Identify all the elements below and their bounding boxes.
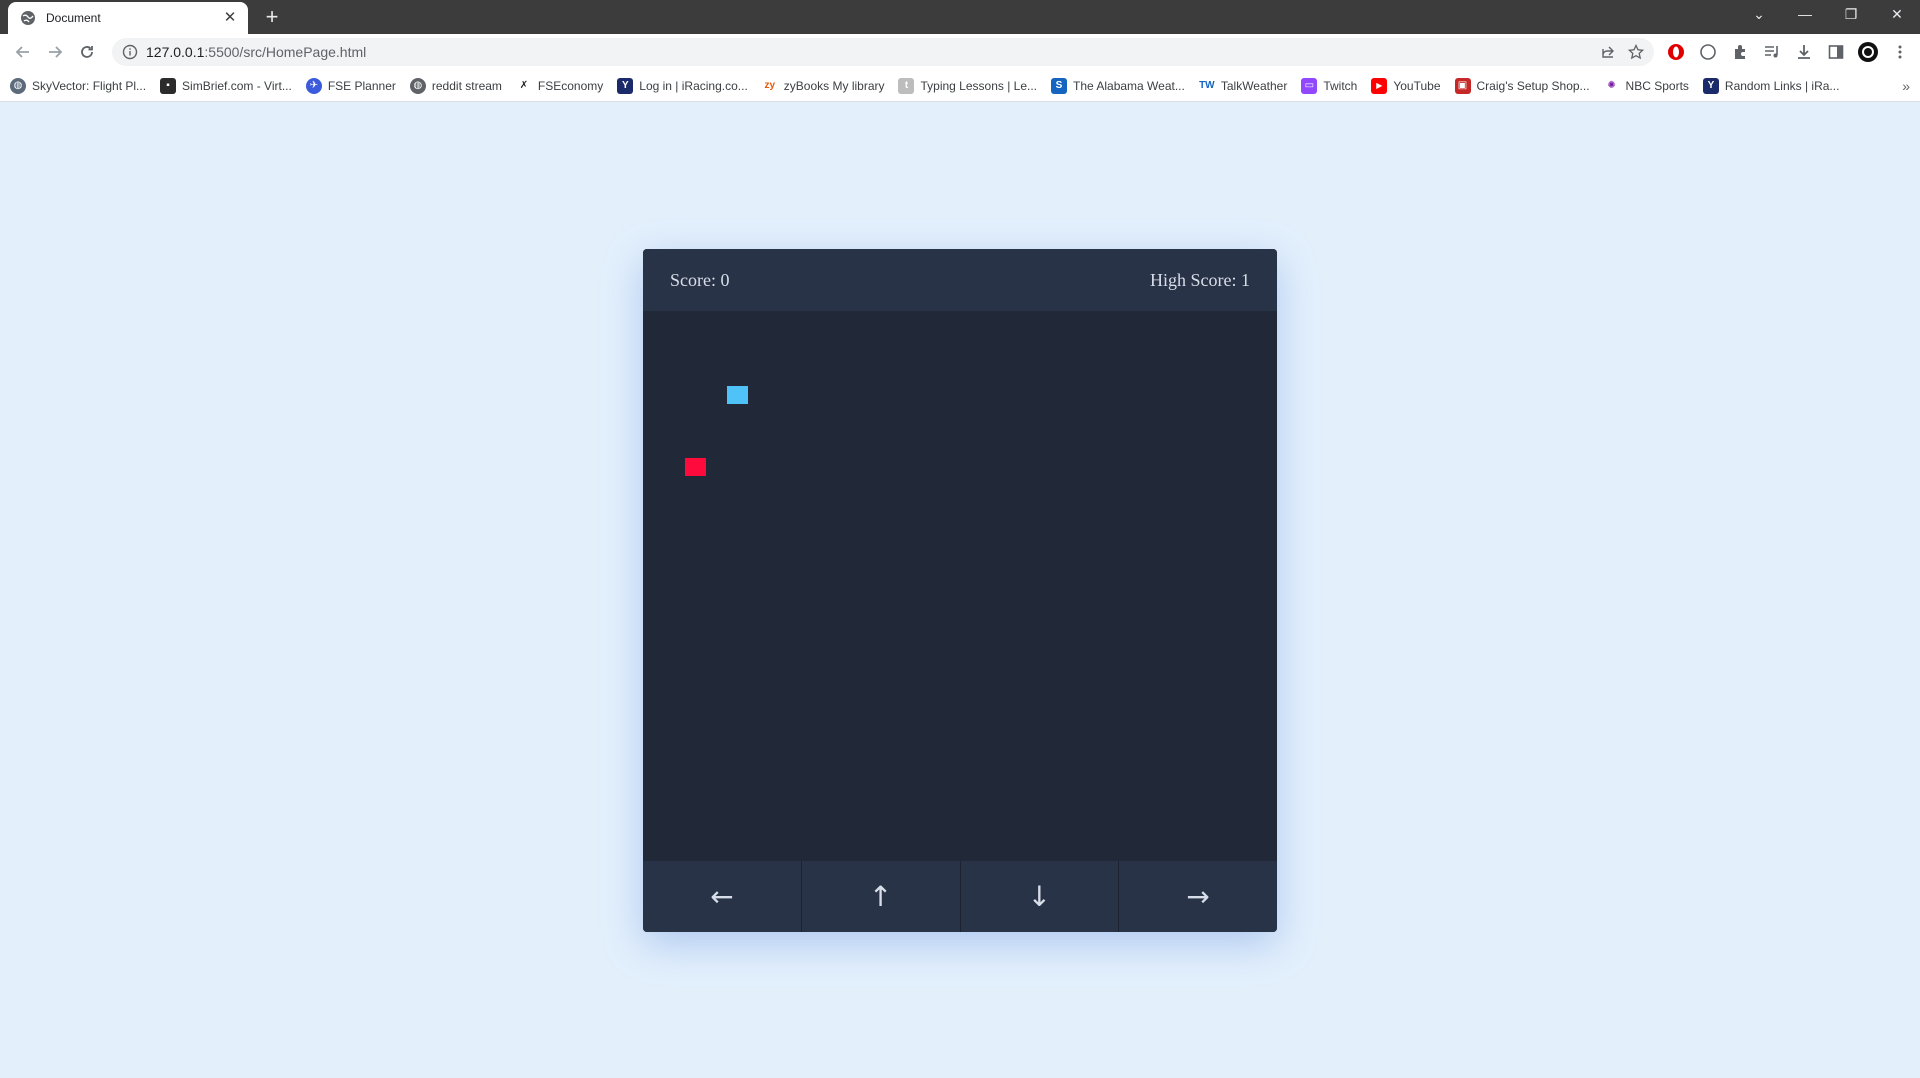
- chrome-menu-icon[interactable]: [1888, 40, 1912, 64]
- twitch-icon: ▭: [1301, 77, 1318, 94]
- bookmark-item[interactable]: ✺ NBC Sports: [1603, 77, 1689, 94]
- typing-icon: t: [898, 77, 915, 94]
- bookmarks-bar: ◍ SkyVector: Flight Pl... ▪ SimBrief.com -…: [0, 70, 1920, 102]
- game-board[interactable]: [643, 311, 1277, 861]
- media-queue-icon[interactable]: [1760, 40, 1784, 64]
- globe-icon: ◍: [10, 77, 26, 94]
- close-window-icon[interactable]: ✕: [1874, 0, 1920, 28]
- bookmark-label: SkyVector: Flight Pl...: [32, 78, 147, 93]
- bookmark-label: Random Links | iRa...: [1724, 78, 1840, 93]
- address-bar[interactable]: 127.0.0.1:5500/src/HomePage.html: [112, 38, 1654, 66]
- bookmark-item[interactable]: ▪ SimBrief.com - Virt...: [160, 77, 292, 94]
- youtube-icon: ▶: [1371, 77, 1388, 94]
- window-controls: ⌄ — ❐ ✕: [1736, 0, 1920, 34]
- site-info-icon[interactable]: [122, 44, 138, 60]
- opera-icon[interactable]: [1664, 40, 1688, 64]
- bookmark-item[interactable]: zy zyBooks My library: [761, 77, 885, 94]
- reload-button[interactable]: [72, 37, 102, 67]
- bookmark-item[interactable]: ✗ FSEconomy: [515, 77, 604, 94]
- download-icon[interactable]: [1792, 40, 1816, 64]
- close-tab-icon[interactable]: ✕: [222, 10, 238, 26]
- extensions-puzzle-icon[interactable]: [1728, 40, 1752, 64]
- browser-toolbar: 127.0.0.1:5500/src/HomePage.html: [0, 34, 1920, 70]
- iracing-icon: Y: [617, 77, 634, 94]
- bookmark-item[interactable]: Y Random Links | iRa...: [1702, 77, 1840, 94]
- iracing-icon: Y: [1702, 77, 1719, 94]
- url-host: 127.0.0.1: [146, 44, 205, 60]
- new-tab-button[interactable]: +: [260, 6, 284, 30]
- bookmark-label: Craig's Setup Shop...: [1476, 78, 1590, 93]
- score-bar: Score: 0 High Score: 1: [643, 249, 1277, 311]
- bookmark-label: FSEconomy: [537, 78, 604, 93]
- bookmark-label: reddit stream: [431, 78, 502, 93]
- alabama-weather-icon: S: [1051, 77, 1068, 94]
- bookmark-item[interactable]: Y Log in | iRacing.co...: [617, 77, 748, 94]
- plane-icon: ✈: [305, 77, 322, 94]
- right-arrow-button[interactable]: →: [1119, 861, 1277, 932]
- tab-title: Document: [46, 11, 101, 25]
- bookmark-label: Log in | iRacing.co...: [639, 78, 748, 93]
- profile-avatar-icon[interactable]: [1856, 40, 1880, 64]
- bookmark-label: FSE Planner: [327, 78, 396, 93]
- side-panel-icon[interactable]: [1824, 40, 1848, 64]
- bookmark-item[interactable]: ✈ FSE Planner: [305, 77, 396, 94]
- talkweather-icon: TW: [1198, 77, 1215, 94]
- extension-icons: [1664, 40, 1912, 64]
- minimize-icon[interactable]: —: [1782, 0, 1828, 28]
- left-arrow-button[interactable]: ←: [643, 861, 802, 932]
- bookmark-item[interactable]: t Typing Lessons | Le...: [898, 77, 1038, 94]
- simbrief-icon: ▪: [160, 77, 177, 94]
- bookmark-label: TalkWeather: [1220, 78, 1288, 93]
- zybooks-icon: zy: [761, 77, 778, 94]
- fseconomy-icon: ✗: [515, 77, 532, 94]
- browser-tab[interactable]: Document ✕: [8, 2, 248, 34]
- bookmark-item[interactable]: ◍ reddit stream: [409, 77, 502, 94]
- bookmark-item[interactable]: ▣ Craig's Setup Shop...: [1454, 77, 1590, 94]
- bookmark-item[interactable]: ▭ Twitch: [1301, 77, 1358, 94]
- bookmark-label: The Alabama Weat...: [1073, 78, 1185, 93]
- bookmark-label: Typing Lessons | Le...: [920, 78, 1038, 93]
- bookmark-star-icon[interactable]: [1628, 44, 1644, 60]
- nbc-icon: ✺: [1603, 77, 1620, 94]
- bookmark-label: zyBooks My library: [783, 78, 885, 93]
- whatsapp-icon[interactable]: [1696, 40, 1720, 64]
- bookmark-item[interactable]: ◍ SkyVector: Flight Pl...: [10, 77, 147, 94]
- reload-icon: [81, 46, 93, 58]
- snake-segment: [727, 386, 748, 404]
- bookmark-item[interactable]: ▶ YouTube: [1371, 77, 1441, 94]
- url-path: :5500/src/HomePage.html: [204, 44, 367, 60]
- back-button[interactable]: [8, 37, 38, 67]
- high-score-display: High Score: 1: [1150, 269, 1250, 290]
- forward-arrow-icon: [49, 46, 63, 58]
- bookmark-item[interactable]: TW TalkWeather: [1198, 77, 1288, 94]
- score-display: Score: 0: [670, 269, 730, 290]
- globe-icon: ◍: [409, 77, 426, 94]
- arrow-controls: ← ↑ ↓ →: [643, 861, 1277, 932]
- setup-shop-icon: ▣: [1454, 77, 1471, 94]
- bookmark-label: Twitch: [1323, 78, 1358, 93]
- food-item: [685, 458, 706, 476]
- bookmark-label: NBC Sports: [1625, 78, 1689, 93]
- globe-icon: [21, 11, 35, 25]
- bookmark-label: SimBrief.com - Virt...: [182, 78, 292, 93]
- more-bookmarks-button[interactable]: »: [1902, 78, 1910, 94]
- up-arrow-button[interactable]: ↑: [802, 861, 961, 932]
- browser-tabstrip: Document ✕ + ⌄ — ❐ ✕: [0, 0, 1920, 34]
- bookmark-label: YouTube: [1393, 78, 1441, 93]
- back-arrow-icon: [15, 46, 29, 58]
- down-arrow-button[interactable]: ↓: [961, 861, 1120, 932]
- restore-icon[interactable]: ❐: [1828, 0, 1874, 28]
- snake-game-panel: Score: 0 High Score: 1 ← ↑ ↓ →: [643, 249, 1277, 932]
- share-icon[interactable]: [1600, 44, 1616, 60]
- forward-button[interactable]: [40, 37, 70, 67]
- tab-search-icon[interactable]: ⌄: [1736, 0, 1782, 28]
- page-content: Score: 0 High Score: 1 ← ↑ ↓ →: [0, 102, 1920, 1078]
- bookmark-item[interactable]: S The Alabama Weat...: [1051, 77, 1185, 94]
